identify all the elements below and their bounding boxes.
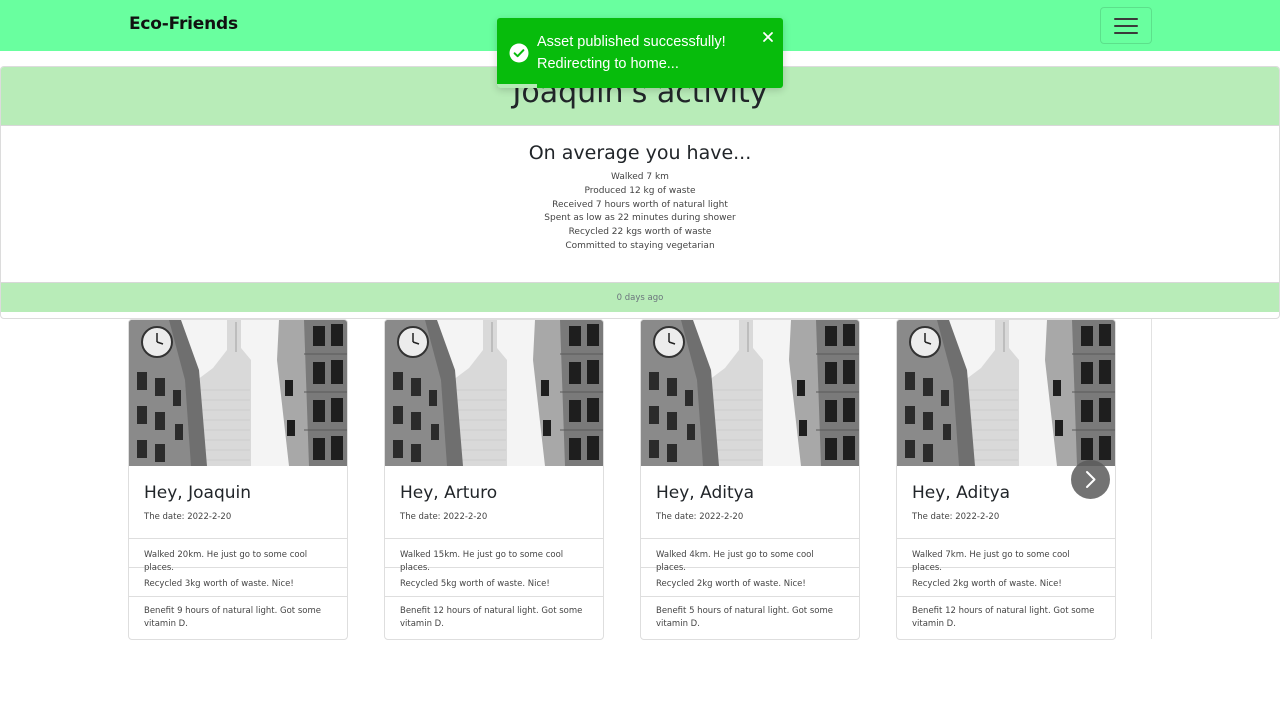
activity-post-card: Hey, Aditya The date: 2022-2-20 Walked 4… <box>640 319 860 640</box>
activity-cards-carousel: Hey, Joaquin The date: 2022-2-20 Walked … <box>128 319 1152 640</box>
toast-progress-bar <box>497 84 538 88</box>
activity-timestamp: 0 days ago <box>616 293 664 303</box>
average-title: On average you have... <box>528 142 752 164</box>
success-toast: Asset published successfully! Redirectin… <box>497 18 783 88</box>
card-light-item: Benefit 9 hours of natural light. Got so… <box>129 596 347 639</box>
card-stats-list: Walked 15km. He just go to some cool pla… <box>385 538 603 639</box>
card-light-item: Benefit 12 hours of natural light. Got s… <box>385 596 603 639</box>
card-stats-list: Walked 20km. He just go to some cool pla… <box>129 538 347 639</box>
card-date: The date: 2022-2-20 <box>912 512 1000 522</box>
card-date: The date: 2022-2-20 <box>400 512 488 522</box>
card-walked-item: Walked 15km. He just go to some cool pla… <box>385 538 603 573</box>
card-greeting: Hey, Aditya <box>656 483 755 503</box>
activity-card: Joaquin's activity On average you have..… <box>0 66 1280 319</box>
card-walked-item: Walked 4km. He just go to some cool plac… <box>641 538 859 573</box>
card-light-item: Benefit 5 hours of natural light. Got so… <box>641 596 859 639</box>
stat-vegetarian: Committed to staying vegetarian <box>565 240 715 251</box>
building-photo <box>641 320 859 466</box>
toast-message-title: Asset published successfully! <box>537 34 726 50</box>
card-greeting: Hey, Aditya <box>912 483 1011 503</box>
card-date: The date: 2022-2-20 <box>144 512 232 522</box>
building-photo <box>129 320 347 466</box>
activity-card-body: On average you have... Walked 7 km Produ… <box>1 126 1279 282</box>
card-walked-item: Walked 20km. He just go to some cool pla… <box>129 538 347 573</box>
stat-waste-produced: Produced 12 kg of waste <box>584 185 696 196</box>
toast-message-subtitle: Redirecting to home... <box>537 56 679 72</box>
activity-card-footer: 0 days ago <box>1 282 1279 312</box>
stat-shower-time: Spent as low as 22 minutes during shower <box>544 213 736 224</box>
stat-recycled: Recycled 22 kgs worth of waste <box>568 227 712 238</box>
card-date: The date: 2022-2-20 <box>656 512 744 522</box>
stat-walked: Walked 7 km <box>611 172 669 182</box>
chevron-right-icon <box>1086 471 1096 488</box>
carousel-next-button[interactable] <box>1071 460 1110 499</box>
close-icon[interactable] <box>761 30 775 44</box>
average-stats-list: Walked 7 km Produced 12 kg of waste Rece… <box>1 171 1279 254</box>
card-walked-item: Walked 7km. He just go to some cool plac… <box>897 538 1115 573</box>
card-light-item: Benefit 12 hours of natural light. Got s… <box>897 596 1115 639</box>
brand-logo[interactable]: Eco-Friends <box>129 14 238 34</box>
building-photo <box>385 320 603 466</box>
activity-post-card: Hey, Joaquin The date: 2022-2-20 Walked … <box>128 319 348 640</box>
card-greeting: Hey, Joaquin <box>144 483 252 503</box>
building-photo <box>897 320 1115 466</box>
stat-natural-light: Received 7 hours worth of natural light <box>552 199 728 210</box>
navbar-toggler-button[interactable] <box>1100 7 1152 44</box>
card-greeting: Hey, Arturo <box>400 483 498 503</box>
check-circle-icon <box>509 43 529 63</box>
card-stats-list: Walked 4km. He just go to some cool plac… <box>641 538 859 639</box>
activity-post-card: Hey, Arturo The date: 2022-2-20 Walked 1… <box>384 319 604 640</box>
card-stats-list: Walked 7km. He just go to some cool plac… <box>897 538 1115 639</box>
